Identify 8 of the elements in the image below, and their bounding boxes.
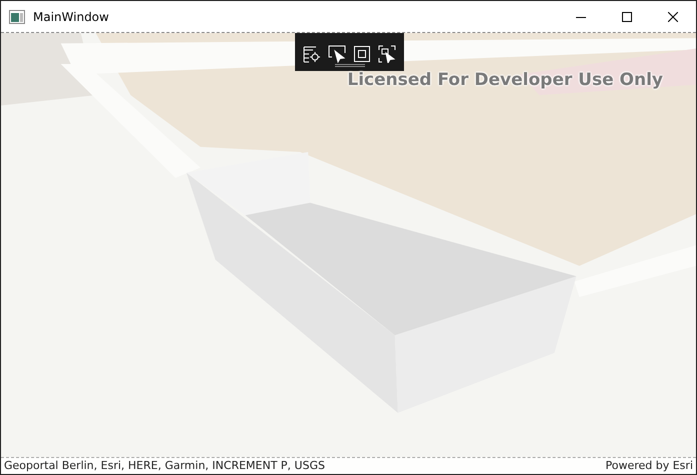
window-title: MainWindow xyxy=(33,8,109,26)
close-icon[interactable] xyxy=(668,12,678,22)
powered-by-label: Powered by Esri xyxy=(605,458,693,474)
maximize-icon[interactable] xyxy=(622,12,632,22)
drag-handle-icon[interactable] xyxy=(335,64,365,67)
app-icon xyxy=(9,10,25,24)
license-watermark: Licensed For Developer Use Only xyxy=(347,69,663,92)
map-attribution: Geoportal Berlin, Esri, HERE, Garmin, INCREMENT P, USGS xyxy=(4,458,325,474)
